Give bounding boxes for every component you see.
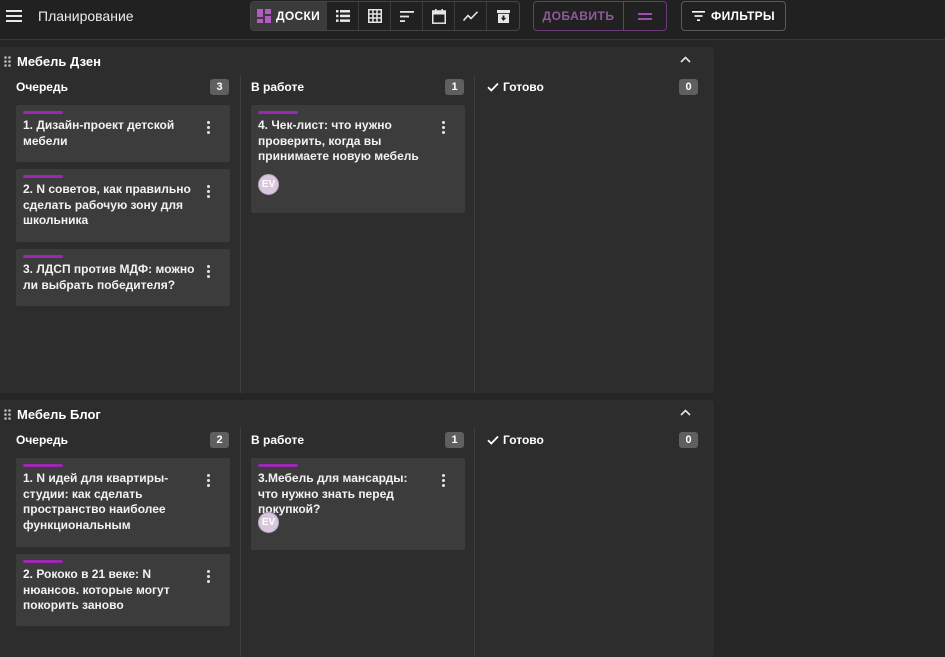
- drag-handle-icon[interactable]: [4, 56, 11, 67]
- card-accent-bar: [23, 560, 63, 563]
- trend-icon: [463, 11, 478, 21]
- check-icon: [487, 435, 499, 445]
- column-title: В работе: [251, 433, 304, 447]
- column-count-badge: 1: [445, 432, 464, 448]
- card-title: 3.Мебель для мансарды: что нужно знать п…: [258, 471, 408, 516]
- more-vert-icon[interactable]: [202, 184, 214, 198]
- column-title-wrap: Готово: [487, 433, 544, 447]
- task-card[interactable]: 2. N советов, как правильно сделать рабо…: [16, 169, 230, 242]
- dashboard-icon: [257, 9, 271, 23]
- board-header: Мебель Блог: [0, 400, 714, 428]
- column-in-progress: В работе 1 3.Мебель для мансарды: что ну…: [240, 428, 474, 657]
- column-title-wrap: Готово: [487, 80, 544, 94]
- archive-icon: [496, 9, 510, 23]
- view-table-button[interactable]: [359, 2, 391, 30]
- list-icon: [335, 10, 350, 22]
- board: Мебель Блог Очередь 2 1. N идей для квар…: [0, 400, 714, 657]
- more-vert-icon[interactable]: [202, 569, 214, 583]
- column-count-badge: 0: [679, 79, 698, 95]
- add-button[interactable]: ДОБАВИТЬ: [534, 2, 624, 30]
- card-accent-bar: [23, 255, 63, 258]
- task-card[interactable]: 3. ЛДСП против МДФ: можно ли выбрать поб…: [16, 249, 230, 306]
- column-done: Готово 0: [474, 428, 708, 657]
- view-boards-button[interactable]: ДОСКИ: [251, 2, 327, 30]
- sort-icon: [399, 10, 414, 22]
- column-in-progress: В работе 1 4. Чек-лист: что нужно провер…: [240, 75, 474, 393]
- board-title: Мебель Дзен: [17, 54, 101, 69]
- add-menu-button[interactable]: [624, 2, 666, 30]
- task-card[interactable]: 1. N идей для квартиры-студии: как сдела…: [16, 458, 230, 547]
- filter-icon: [692, 11, 706, 21]
- view-switcher: ДОСКИ: [250, 1, 520, 31]
- add-button-group: ДОБАВИТЬ: [533, 1, 667, 31]
- more-vert-icon[interactable]: [202, 264, 214, 278]
- view-chart-button[interactable]: [455, 2, 487, 30]
- card-accent-bar: [258, 111, 298, 114]
- top-bar: Планирование ДОСКИ ДОБАВИТЬ ФИЛЬТРЫ: [0, 0, 945, 40]
- equals-icon: [638, 12, 652, 20]
- page-title: Планирование: [38, 8, 134, 24]
- column-title: В работе: [251, 80, 304, 94]
- card-accent-bar: [258, 464, 298, 467]
- column-title: Готово: [503, 80, 544, 94]
- filters-button[interactable]: ФИЛЬТРЫ: [681, 1, 786, 31]
- view-list-button[interactable]: [327, 2, 359, 30]
- avatar[interactable]: EV: [258, 512, 279, 533]
- card-title: 1. Дизайн-проект детской мебели: [23, 118, 175, 148]
- more-vert-icon[interactable]: [202, 473, 214, 487]
- card-title: 2. N советов, как правильно сделать рабо…: [23, 182, 191, 227]
- drag-handle-icon[interactable]: [4, 409, 11, 420]
- avatar[interactable]: EV: [258, 174, 279, 195]
- chevron-up-icon[interactable]: [680, 409, 691, 416]
- chevron-up-icon[interactable]: [680, 56, 691, 63]
- menu-icon[interactable]: [6, 8, 24, 24]
- task-card[interactable]: 2. Рококо в 21 веке: N нюансов. которые …: [16, 554, 230, 626]
- card-title: 2. Рококо в 21 веке: N нюансов. которые …: [23, 567, 170, 612]
- card-accent-bar: [23, 175, 63, 178]
- card-accent-bar: [23, 111, 63, 114]
- check-icon: [487, 82, 499, 92]
- card-title: 3. ЛДСП против МДФ: можно ли выбрать поб…: [23, 262, 195, 292]
- task-card[interactable]: 3.Мебель для мансарды: что нужно знать п…: [251, 458, 465, 550]
- card-title: 1. N идей для квартиры-студии: как сдела…: [23, 471, 169, 532]
- more-vert-icon[interactable]: [437, 120, 449, 134]
- board-header: Мебель Дзен: [0, 47, 714, 75]
- column-done: Готово 0: [474, 75, 708, 393]
- view-archive-button[interactable]: [487, 2, 519, 30]
- column-count-badge: 2: [210, 432, 229, 448]
- column-title: Очередь: [16, 433, 68, 447]
- view-gantt-button[interactable]: [391, 2, 423, 30]
- column-count-badge: 3: [210, 79, 229, 95]
- column-title: Готово: [503, 433, 544, 447]
- view-boards-label: ДОСКИ: [276, 9, 320, 23]
- board-title: Мебель Блог: [17, 407, 101, 422]
- column-title: Очередь: [16, 80, 68, 94]
- card-accent-bar: [23, 464, 63, 467]
- more-vert-icon[interactable]: [202, 120, 214, 134]
- grid-icon: [367, 9, 382, 23]
- card-title: 4. Чек-лист: что нужно проверить, когда …: [258, 118, 419, 163]
- task-card[interactable]: 4. Чек-лист: что нужно проверить, когда …: [251, 105, 465, 213]
- calendar-icon: [431, 8, 446, 24]
- column-queue: Очередь 3 1. Дизайн-проект детской мебел…: [0, 75, 234, 393]
- column-queue: Очередь 2 1. N идей для квартиры-студии:…: [0, 428, 234, 657]
- view-calendar-button[interactable]: [423, 2, 455, 30]
- board: Мебель Дзен Очередь 3 1. Дизайн-проект д…: [0, 47, 714, 393]
- more-vert-icon[interactable]: [437, 473, 449, 487]
- column-count-badge: 1: [445, 79, 464, 95]
- task-card[interactable]: 1. Дизайн-проект детской мебели: [16, 105, 230, 162]
- column-count-badge: 0: [679, 432, 698, 448]
- filters-label: ФИЛЬТРЫ: [711, 9, 775, 23]
